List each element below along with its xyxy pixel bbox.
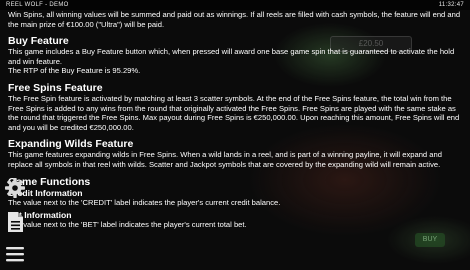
buy-feature-text: This game includes a Buy Feature button … — [8, 47, 455, 66]
clock: 11:32:47 — [438, 2, 464, 8]
expanding-wilds-title: Expanding Wilds Feature — [8, 138, 134, 151]
app-title: REEL WOLF - DEMO — [6, 2, 69, 8]
credit-info-text: The value next to the 'CREDIT' label ind… — [8, 197, 281, 207]
credit-info-title: Credit Information — [8, 187, 83, 198]
bet-info-title: Bet Information — [8, 210, 72, 221]
free-spins-title: Free Spins Feature — [8, 81, 103, 94]
status-bar: REEL WOLF - DEMO 11:32:47 — [0, 0, 470, 10]
game-functions-title: Game Functions — [8, 175, 91, 188]
document-icon[interactable] — [4, 211, 26, 233]
side-menu — [0, 173, 30, 264]
menu-icon[interactable] — [4, 243, 26, 265]
free-spins-section: Free Spins Feature The Free Spin feature… — [8, 82, 463, 132]
expanding-wilds-section: Expanding Wilds Feature This game featur… — [8, 138, 463, 169]
game-functions-section: Game Functions Credit Information The va… — [8, 176, 463, 230]
buy-feature-section: Buy Feature This game includes a Buy Fea… — [8, 35, 463, 76]
expanding-wilds-text: This game features expanding wilds in Fr… — [8, 150, 442, 169]
gear-icon[interactable] — [4, 177, 26, 199]
bet-info-text: The value next to the 'BET' label indica… — [8, 220, 247, 230]
buy-feature-rtp: The RTP of the Buy Feature is 95.29%. — [8, 66, 141, 76]
free-spins-text: The Free Spin feature is activated by ma… — [8, 93, 460, 132]
buy-feature-title: Buy Feature — [8, 35, 69, 48]
rules-content[interactable]: Win Spins, all winning values will be su… — [8, 10, 463, 264]
intro-text: Win Spins, all winning values will be su… — [8, 10, 461, 29]
